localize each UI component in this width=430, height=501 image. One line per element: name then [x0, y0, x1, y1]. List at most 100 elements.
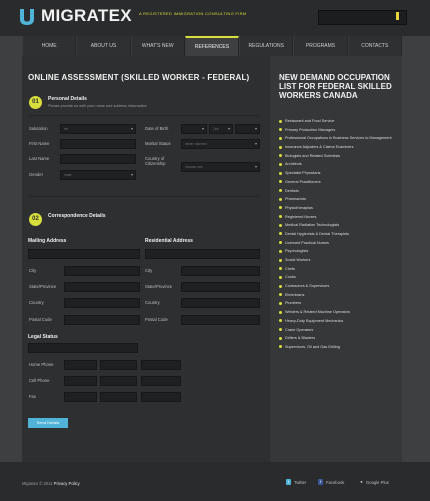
send-details-button[interactable]: Send Details [28, 418, 68, 428]
list-item[interactable]: Contractors & Supervisors [279, 284, 401, 288]
step-2-title: Correspondence Details [48, 213, 106, 219]
copyright-text: Migratex © 2011 [22, 481, 53, 486]
fax-number[interactable] [141, 392, 181, 402]
list-item[interactable]: Medical Radiation Technologists [279, 223, 401, 227]
list-item[interactable]: Drillers & Blasters [279, 336, 401, 340]
dob-month-select[interactable]: Jan ▾ [209, 124, 233, 134]
residential-address-heading: Residential Address [145, 238, 193, 244]
residential-city-field[interactable] [181, 266, 260, 276]
logo-icon[interactable] [18, 7, 36, 27]
mailing-country-field[interactable] [64, 298, 140, 308]
google-plus-link[interactable]: Google Plus [366, 480, 389, 485]
brand-name[interactable]: MIGRATEX [41, 6, 132, 26]
residential-country-label: Country [145, 300, 160, 305]
search-button[interactable] [396, 12, 399, 20]
dob-month-value: Jan [213, 126, 219, 131]
list-item[interactable]: Heavy-Duty Equipment Mechanics [279, 319, 401, 323]
list-item[interactable]: Specialist Physicians [279, 171, 401, 175]
step-1-subtitle: Please provide us with your name and add… [48, 104, 147, 108]
nav-about-us[interactable]: ABOUT US [76, 36, 131, 56]
twitter-icon[interactable]: t [286, 479, 291, 485]
divider [28, 196, 260, 197]
mailing-state-field[interactable] [64, 282, 140, 292]
nav-references[interactable]: REFERENCES [184, 36, 240, 56]
list-item[interactable]: Psychologists [279, 249, 401, 253]
facebook-icon[interactable]: f [318, 479, 323, 485]
list-item[interactable]: Dental Hygienists & Dental Therapists [279, 232, 401, 236]
twitter-link[interactable]: Twitter [294, 480, 306, 485]
cell-phone-number[interactable] [141, 376, 181, 386]
marital-select[interactable]: never married ▾ [181, 139, 260, 149]
nav-programs[interactable]: PROGRAMS [293, 36, 348, 56]
residential-state-field[interactable] [181, 282, 260, 292]
list-item[interactable]: Licensed Practical Nurses [279, 241, 401, 245]
residential-postal-label: Postal Code [145, 317, 168, 322]
list-item[interactable]: Supervisors, Oil and Gas Drilling [279, 345, 401, 349]
list-item[interactable]: Professional Occupations in Business Ser… [279, 136, 401, 140]
list-item[interactable]: Biologists and Related Scientists [279, 154, 401, 158]
step-2-badge: 02 [29, 213, 42, 226]
list-item[interactable]: Cooks [279, 275, 401, 279]
residential-country-field[interactable] [181, 298, 260, 308]
list-item[interactable]: Welders & Related Machine Operators [279, 310, 401, 314]
salutation-value: mr [64, 126, 69, 131]
fax-prefix[interactable] [100, 392, 137, 402]
occupation-list: Restaurant and Food Service Primary Prod… [279, 119, 401, 354]
dob-day-select[interactable]: ▾ [181, 124, 207, 134]
mailing-country-label: Country [29, 300, 44, 305]
list-item[interactable]: Primary Production Managers [279, 128, 401, 132]
salutation-select[interactable]: mr ▾ [60, 124, 136, 134]
nav-regulations[interactable]: REGULATIONS [239, 36, 294, 56]
fax-area[interactable] [64, 392, 97, 402]
first-name-field[interactable] [60, 139, 136, 149]
list-item[interactable]: Architects [279, 162, 401, 166]
home-phone-prefix[interactable] [100, 360, 137, 370]
list-item[interactable]: Chefs [279, 267, 401, 271]
list-item[interactable]: Restaurant and Food Service [279, 119, 401, 123]
privacy-policy-link[interactable]: Privacy Policy [54, 481, 80, 486]
list-item[interactable]: Pharmacists [279, 197, 401, 201]
main-nav: HOME ABOUT US WHAT'S NEW REFERENCES REGU… [22, 36, 402, 56]
search-input[interactable] [318, 10, 407, 25]
marital-label: Marital Status [145, 141, 171, 146]
list-item[interactable]: General Practitioners [279, 180, 401, 184]
facebook-link[interactable]: Facebook [326, 480, 344, 485]
list-item[interactable]: Social Workers [279, 258, 401, 262]
gender-select[interactable]: male ▾ [60, 170, 136, 180]
cell-phone-area[interactable] [64, 376, 97, 386]
home-phone-area[interactable] [64, 360, 97, 370]
divider [28, 115, 260, 116]
cell-phone-prefix[interactable] [100, 376, 137, 386]
legal-status-field[interactable] [28, 343, 138, 353]
list-item[interactable]: Electricians [279, 293, 401, 297]
mailing-address-heading: Mailing Address [28, 238, 67, 244]
sidebar-title: NEW DEMAND OCCUPATION LIST FOR FEDERAL S… [279, 73, 392, 100]
residential-address-field[interactable] [145, 249, 260, 259]
mailing-address-field[interactable] [28, 249, 140, 259]
chevron-down-icon: ▾ [130, 126, 133, 131]
mailing-postal-field[interactable] [64, 315, 140, 325]
list-item[interactable]: Registered Nurses [279, 215, 401, 219]
chevron-down-icon: ▾ [254, 141, 257, 146]
citizenship-select[interactable]: choose one ▾ [181, 162, 260, 172]
home-phone-number[interactable] [141, 360, 181, 370]
list-item[interactable]: Plumbers [279, 301, 401, 305]
chevron-down-icon: ▾ [254, 126, 257, 131]
list-item[interactable]: Physiotherapists [279, 206, 401, 210]
mailing-city-field[interactable] [64, 266, 140, 276]
residential-state-label: State/Province [145, 284, 173, 289]
last-name-field[interactable] [60, 154, 136, 164]
dob-year-select[interactable]: ▾ [235, 124, 260, 134]
cell-phone-label: Cell Phone [29, 378, 50, 383]
nav-whats-new[interactable]: WHAT'S NEW [130, 36, 185, 56]
list-item[interactable]: Dentists [279, 189, 401, 193]
fax-label: Fax [29, 394, 36, 399]
residential-postal-field[interactable] [181, 315, 260, 325]
google-plus-icon[interactable]: ● [359, 479, 364, 485]
nav-home[interactable]: HOME [22, 36, 77, 56]
list-item[interactable]: Crane Operators [279, 328, 401, 332]
nav-contacts[interactable]: CONTACTS [347, 36, 402, 56]
mailing-city-label: City [29, 268, 37, 273]
list-item[interactable]: Insurance Adjusters & Claims Examiners [279, 145, 401, 149]
chevron-down-icon: ▾ [130, 172, 133, 177]
